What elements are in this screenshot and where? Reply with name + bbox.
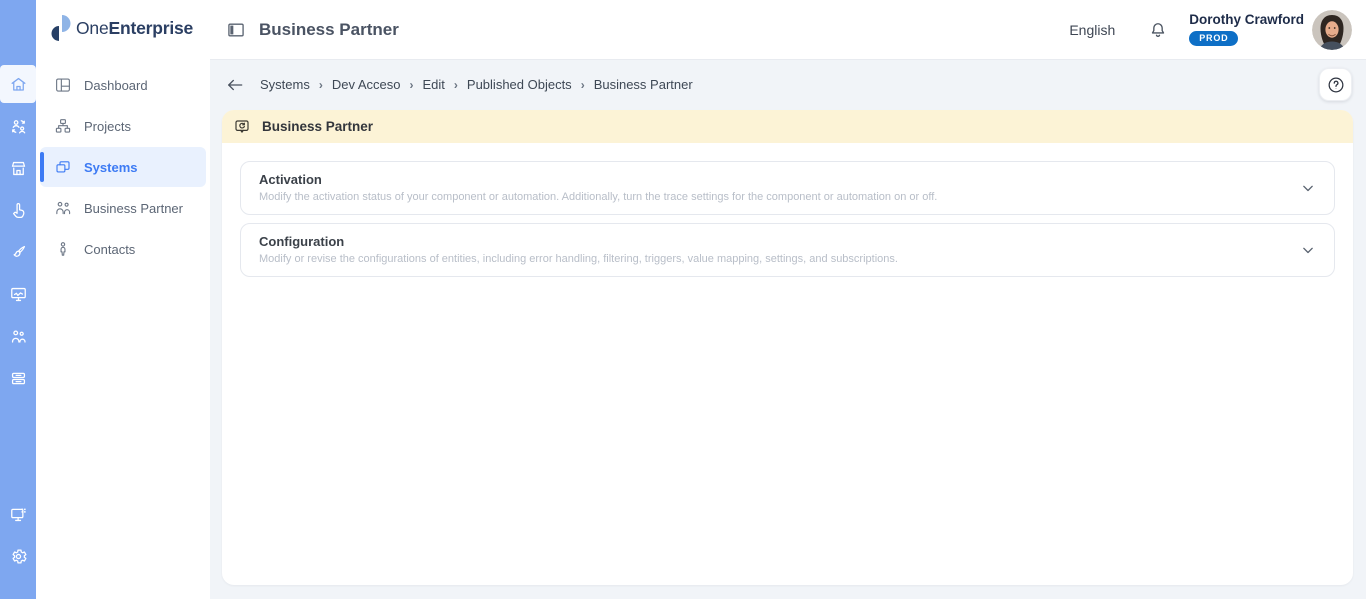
storefront-icon: [11, 161, 25, 175]
breadcrumb: Systems › Dev Acceso › Edit › Published …: [260, 77, 693, 92]
monitor-activity-icon: [10, 287, 26, 301]
chevron-down-icon[interactable]: [1298, 240, 1318, 260]
accordion-title: Configuration: [259, 234, 345, 249]
sidebar: OneEnterprise Dashboard Projects Systems…: [36, 0, 210, 599]
rail-item-monitor-activity[interactable]: [2, 278, 34, 310]
server-stack-icon: [11, 372, 25, 384]
breadcrumb-separator: ›: [318, 77, 323, 92]
sidebar-item-label: Projects: [84, 118, 131, 134]
rail-item-users[interactable]: [2, 320, 34, 352]
sidebar-item-projects[interactable]: Projects: [40, 106, 206, 146]
brand-logo-mark-icon: [51, 15, 71, 41]
brand-name: OneEnterprise: [76, 17, 194, 38]
chevron-down-icon[interactable]: [1298, 178, 1318, 198]
breadcrumb-item[interactable]: Dev Acceso: [332, 77, 401, 92]
contact-person-icon: [60, 242, 66, 256]
user-sync-icon: [11, 119, 25, 133]
page-title: Business Partner: [259, 19, 399, 39]
rail-item-storefront[interactable]: [2, 152, 34, 184]
accordion-title: Activation: [259, 172, 322, 187]
hand-pointer-icon: [12, 202, 24, 218]
sidebar-item-dashboard[interactable]: Dashboard: [40, 65, 206, 105]
entity-banner: Business Partner: [222, 110, 1353, 143]
app-window: OneEnterprise Dashboard Projects Systems…: [0, 0, 1366, 599]
rail-item-server-stack[interactable]: [2, 362, 34, 394]
sidebar-menu: Dashboard Projects Systems Business Part…: [36, 64, 210, 270]
breadcrumb-separator: ›: [409, 77, 414, 92]
user-menu[interactable]: Dorothy Crawford PROD: [1189, 11, 1304, 46]
language-selector[interactable]: English: [1069, 22, 1115, 38]
entity-banner-title: Business Partner: [262, 119, 374, 134]
dashboard-icon: [56, 78, 70, 92]
breadcrumb-item[interactable]: Business Partner: [594, 77, 693, 92]
back-arrow-icon[interactable]: [225, 75, 245, 95]
users-icon: [11, 329, 26, 343]
breadcrumb-bar: Systems › Dev Acceso › Edit › Published …: [210, 60, 1366, 109]
business-partner-people-icon: [56, 201, 71, 215]
breadcrumb-separator: ›: [453, 77, 458, 92]
breadcrumb-separator: ›: [580, 77, 585, 92]
breadcrumb-item[interactable]: Systems: [260, 77, 310, 92]
icon-rail: [0, 0, 36, 599]
avatar-image: [1312, 9, 1352, 50]
accordion-description: Modify the activation status of your com…: [259, 190, 938, 203]
rail-item-home[interactable]: [0, 65, 36, 103]
rail-item-user-sync[interactable]: [2, 110, 34, 142]
sidebar-item-systems[interactable]: Systems: [40, 147, 206, 187]
section-list: Activation Modify the activation status …: [222, 143, 1353, 295]
accordion-configuration[interactable]: Configuration Modify or revise the confi…: [240, 223, 1335, 277]
top-header: Business Partner English Dorothy Crawfor…: [210, 0, 1366, 60]
notification-bell-icon[interactable]: [1148, 20, 1168, 40]
accordion-activation[interactable]: Activation Modify the activation status …: [240, 161, 1335, 215]
sidebar-item-contacts[interactable]: Contacts: [40, 229, 206, 269]
user-name: Dorothy Crawford: [1189, 11, 1304, 27]
home-icon: [11, 77, 25, 91]
panel-toggle-icon[interactable]: [226, 20, 246, 40]
sidebar-item-label: Contacts: [84, 241, 136, 257]
paintbrush-icon: [13, 245, 25, 257]
breadcrumb-item[interactable]: Edit: [423, 77, 445, 92]
sidebar-item-label: Dashboard: [84, 77, 148, 93]
rail-item-paintbrush[interactable]: [2, 236, 34, 268]
avatar[interactable]: [1312, 9, 1352, 50]
rail-item-settings[interactable]: [2, 540, 34, 572]
rail-item-hand-pointer[interactable]: [2, 194, 34, 226]
monitor-apps-icon: [10, 508, 26, 521]
main-area: Business Partner English Dorothy Crawfor…: [210, 0, 1366, 599]
gear-icon: [11, 548, 26, 564]
sidebar-item-label: Systems: [84, 159, 138, 175]
entity-sync-bubble-icon: [235, 119, 249, 133]
projects-hierarchy-icon: [55, 119, 71, 133]
accordion-description: Modify or revise the configurations of e…: [259, 252, 898, 265]
rail-item-monitor-apps[interactable]: [2, 498, 34, 530]
brand-logo[interactable]: OneEnterprise: [48, 13, 193, 43]
systems-windows-icon: [56, 161, 70, 173]
sidebar-item-business-partner[interactable]: Business Partner: [40, 188, 206, 228]
help-question-icon: [1328, 77, 1343, 92]
environment-badge: PROD: [1189, 30, 1239, 46]
help-button[interactable]: [1319, 68, 1352, 101]
sidebar-item-label: Business Partner: [84, 200, 183, 216]
content-panel: Business Partner Activation Modify the a…: [222, 110, 1353, 585]
breadcrumb-item[interactable]: Published Objects: [467, 77, 572, 92]
